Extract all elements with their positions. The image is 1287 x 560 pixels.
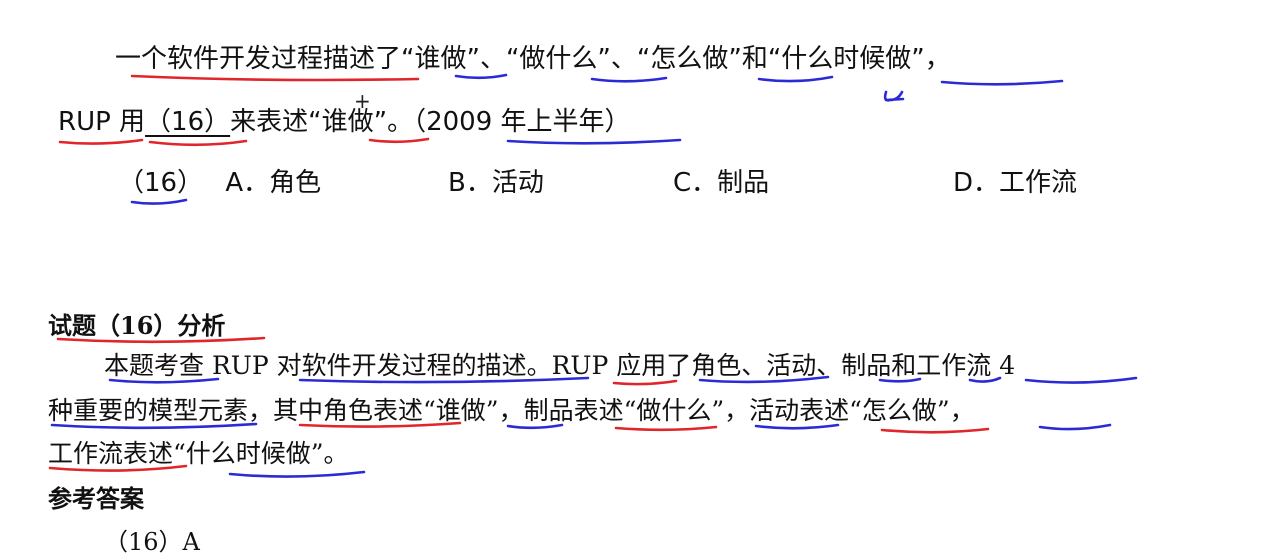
blue-underline-what <box>590 76 668 83</box>
question-blank-16: （16） <box>145 107 231 137</box>
red-underline-who <box>368 137 430 144</box>
blue-underline-year <box>506 138 682 145</box>
blue-underline-who <box>454 73 508 80</box>
red-underline-activity-express <box>880 427 990 434</box>
blue-underline-option-num <box>130 198 188 205</box>
option-question-number: （16） <box>118 168 204 198</box>
question-line-2: RUP 用（16）来表述“谁做”。（2009 年上半年） <box>58 101 631 138</box>
red-underline-blank <box>148 139 248 147</box>
blue-underline-when-analysis <box>228 470 366 478</box>
handwritten-annotations <box>48 73 1138 478</box>
red-underline-rup <box>58 138 144 145</box>
blue-underline-how <box>757 75 834 83</box>
question-line-2-suffix: 来表述“谁做”。（2009 年上半年） <box>230 107 631 137</box>
analysis-line-3: 工作流表述“什么时候做”。 <box>48 439 349 468</box>
option-d: D．工作流 <box>953 168 1078 198</box>
analysis-line-2: 种重要的模型元素，其中角色表述“谁做”，制品表述“做什么”，活动表述“怎么做”， <box>48 396 975 425</box>
blue-underline-workflow <box>1024 376 1138 384</box>
crosshair-cursor-icon: + <box>354 89 371 113</box>
reference-title: 参考答案 <box>48 484 144 513</box>
blue-underline-how-analysis <box>1038 423 1112 431</box>
analysis-line-1: 本题考查 RUP 对软件开发过程的描述。RUP 应用了角色、活动、制品和工作流 … <box>104 351 1016 380</box>
option-c: C．制品 <box>673 168 770 198</box>
question-rup-prefix: RUP 用 <box>58 107 146 137</box>
blue-doodle-mark <box>883 90 905 102</box>
option-a-label: A．角色 <box>225 168 322 198</box>
blue-underline-when <box>940 79 1064 86</box>
red-underline-artifact-express <box>614 425 718 432</box>
reference-answer: （16）A <box>104 528 200 556</box>
analysis-title: 试题（16）分析 <box>48 311 226 340</box>
option-b: B．活动 <box>448 168 544 198</box>
red-underline-q1-start <box>130 74 420 82</box>
question-line-1: 一个软件开发过程描述了“谁做”、“做什么”、“怎么做”和“什么时候做”， <box>115 44 951 74</box>
option-a: （16） A．角色 <box>118 162 321 199</box>
